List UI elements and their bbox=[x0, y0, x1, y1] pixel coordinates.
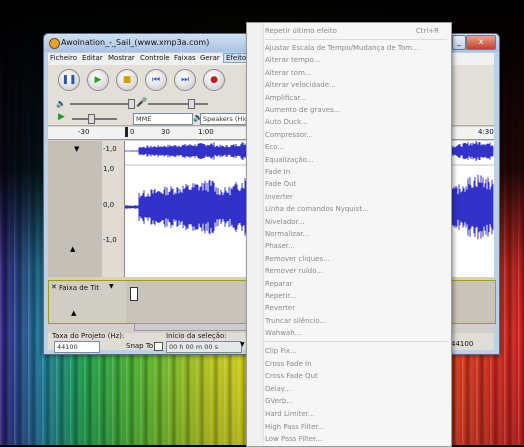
skip-end-icon: ⏭ bbox=[180, 75, 190, 85]
skip-to-end-button[interactable]: ⏭ bbox=[174, 69, 196, 91]
menu-item-effect[interactable]: Repetir... bbox=[265, 290, 296, 302]
menu-item-effect[interactable]: GVerb... bbox=[265, 395, 293, 407]
minimize-button[interactable]: _ bbox=[452, 35, 466, 50]
menu-item-effect[interactable]: Alterar tom... bbox=[265, 67, 312, 79]
y-label: -1,0 bbox=[103, 145, 117, 153]
menu-separator bbox=[265, 39, 447, 40]
snap-to-label: Snap To bbox=[126, 342, 154, 350]
collapse-track-icon[interactable]: ▲ bbox=[70, 245, 75, 253]
menu-faixas[interactable]: Faixas bbox=[174, 54, 196, 62]
track-menu-chevron-icon[interactable]: ▼ bbox=[109, 283, 114, 290]
menu-item-effect[interactable]: Equalização... bbox=[265, 154, 313, 166]
menu-item-effect[interactable]: Reverter bbox=[265, 302, 295, 314]
stop-icon: ■ bbox=[122, 75, 132, 85]
playhead-marker bbox=[125, 127, 128, 137]
menu-item-effect[interactable]: Eco... bbox=[265, 141, 284, 153]
stop-button[interactable]: ■ bbox=[116, 69, 138, 91]
menu-item-effect[interactable]: Reparar bbox=[265, 278, 293, 290]
status-rate: 44100 bbox=[451, 340, 474, 348]
output-volume-knob[interactable] bbox=[128, 99, 135, 109]
menu-item-effect[interactable]: High Pass Filter... bbox=[265, 421, 324, 433]
time-format-chevron-icon[interactable]: ▼ bbox=[240, 341, 245, 348]
window-title: Awolnation_-_Sail_(www.xmp3a.com) bbox=[61, 38, 210, 47]
menu-item-effect[interactable]: Nivelador... bbox=[265, 216, 305, 228]
menu-item-effect[interactable]: Ajustar Escala de Tempo/Mudança de Tom..… bbox=[265, 42, 419, 54]
record-button[interactable]: ● bbox=[203, 69, 225, 91]
output-device-select[interactable]: Speakers (High D bbox=[200, 113, 250, 125]
skip-start-icon: ⏮ bbox=[151, 75, 161, 85]
menu-item-effect[interactable]: Alterar velocidade... bbox=[265, 79, 336, 91]
pause-button[interactable]: ❚❚ bbox=[58, 69, 80, 91]
menu-mostrar[interactable]: Mostrar bbox=[108, 54, 135, 62]
project-rate-select[interactable]: 44100 bbox=[54, 341, 100, 353]
amplitude-axis: -1,0 1,0 0,0 -1,0 bbox=[102, 141, 125, 277]
close-button[interactable]: x bbox=[466, 35, 496, 50]
y-label: 1,0 bbox=[103, 165, 115, 173]
speaker-icon: 🔈 bbox=[56, 99, 66, 108]
menu-item-effect[interactable]: Linha de comandos Nyquist... bbox=[265, 203, 369, 215]
microphone-icon: 🎤 bbox=[136, 98, 148, 108]
ruler-label: 0 bbox=[130, 128, 135, 136]
play-speed-knob[interactable] bbox=[88, 114, 95, 124]
label-marker[interactable] bbox=[130, 287, 138, 301]
menu-separator bbox=[265, 341, 447, 342]
menu-item-effect[interactable]: Alterar tempo... bbox=[265, 54, 320, 66]
ruler-label: 1:00 bbox=[198, 128, 214, 136]
menu-item-effect[interactable]: Phaser... bbox=[265, 240, 295, 252]
selection-start-field[interactable]: 00 h 00 m 00 s bbox=[166, 341, 242, 353]
menu-gerar[interactable]: Gerar bbox=[200, 54, 220, 62]
ruler-label: 4:30 bbox=[478, 128, 494, 136]
menu-item-effect[interactable]: Remover cliques... bbox=[265, 253, 330, 265]
input-volume-slider[interactable] bbox=[148, 103, 208, 105]
menu-item-effect[interactable]: Inverter bbox=[265, 191, 293, 203]
record-icon: ● bbox=[210, 75, 218, 85]
menu-item-effect[interactable]: Compressor... bbox=[265, 129, 313, 141]
menu-item-effect[interactable]: Cross Fade In bbox=[265, 358, 312, 370]
menu-controle[interactable]: Controle bbox=[140, 54, 170, 62]
skip-to-start-button[interactable]: ⏮ bbox=[145, 69, 167, 91]
input-volume-knob[interactable] bbox=[188, 99, 195, 109]
menu-item-effect[interactable]: Fade Out bbox=[265, 178, 296, 190]
menu-item-effect[interactable]: Amplificar... bbox=[265, 92, 306, 104]
label-track-name[interactable]: Faixa de Tit bbox=[59, 284, 99, 292]
pan-knob-icon[interactable]: ▼ bbox=[74, 145, 79, 153]
collapse-label-track-icon[interactable]: ▲ bbox=[71, 309, 76, 317]
menu-item-effect[interactable]: Truncar silêncio... bbox=[265, 315, 326, 327]
menu-editar[interactable]: Editar bbox=[82, 54, 103, 62]
selection-start-label: Início da seleção: bbox=[166, 332, 227, 340]
menu-item-effect[interactable]: Aumento de graves... bbox=[265, 104, 340, 116]
play-at-speed-icon[interactable]: ▶ bbox=[58, 112, 65, 122]
menu-shortcut: Ctrl+R bbox=[415, 27, 439, 35]
menu-item-repeat-last-effect[interactable]: Repetir último efeito bbox=[265, 25, 337, 37]
ruler-label: 30 bbox=[161, 128, 170, 136]
menu-item-effect[interactable]: Low Pass Filter... bbox=[265, 433, 322, 445]
menu-item-effect[interactable]: Cross Fade Out bbox=[265, 370, 318, 382]
close-track-icon[interactable]: ✕ bbox=[51, 283, 57, 291]
track-control-panel[interactable]: ▼ ▲ bbox=[48, 141, 103, 277]
y-label: 0,0 bbox=[103, 201, 115, 209]
menu-item-effect[interactable]: Fade In bbox=[265, 166, 290, 178]
play-icon: ▶ bbox=[94, 75, 102, 85]
menu-ficheiro[interactable]: Ficheiro bbox=[50, 54, 77, 62]
menu-item-effect[interactable]: Auto Duck... bbox=[265, 116, 308, 128]
play-button[interactable]: ▶ bbox=[87, 69, 109, 91]
menu-item-effect[interactable]: Delay... bbox=[265, 383, 291, 395]
pause-icon: ❚❚ bbox=[61, 75, 77, 85]
snap-to-checkbox[interactable] bbox=[154, 342, 163, 351]
menu-item-effect[interactable]: Remover ruído... bbox=[265, 265, 323, 277]
ruler-label: -30 bbox=[78, 128, 90, 136]
menu-icon-strip bbox=[247, 23, 264, 446]
y-label: -1,0 bbox=[103, 236, 117, 244]
menu-item-effect[interactable]: Clip Fix... bbox=[265, 345, 297, 357]
effects-menu: Repetir último efeito Ctrl+R Ajustar Esc… bbox=[246, 22, 452, 447]
project-rate-label: Taxa do Projeto (Hz): bbox=[52, 332, 125, 340]
output-volume-slider[interactable] bbox=[70, 103, 130, 105]
menu-item-effect[interactable]: Hard Limiter... bbox=[265, 408, 315, 420]
host-select[interactable]: MME bbox=[133, 113, 193, 125]
menu-item-effect[interactable]: Wahwah... bbox=[265, 327, 301, 339]
menu-item-effect[interactable]: Normalizar... bbox=[265, 228, 309, 240]
audacity-app-icon bbox=[49, 38, 60, 49]
